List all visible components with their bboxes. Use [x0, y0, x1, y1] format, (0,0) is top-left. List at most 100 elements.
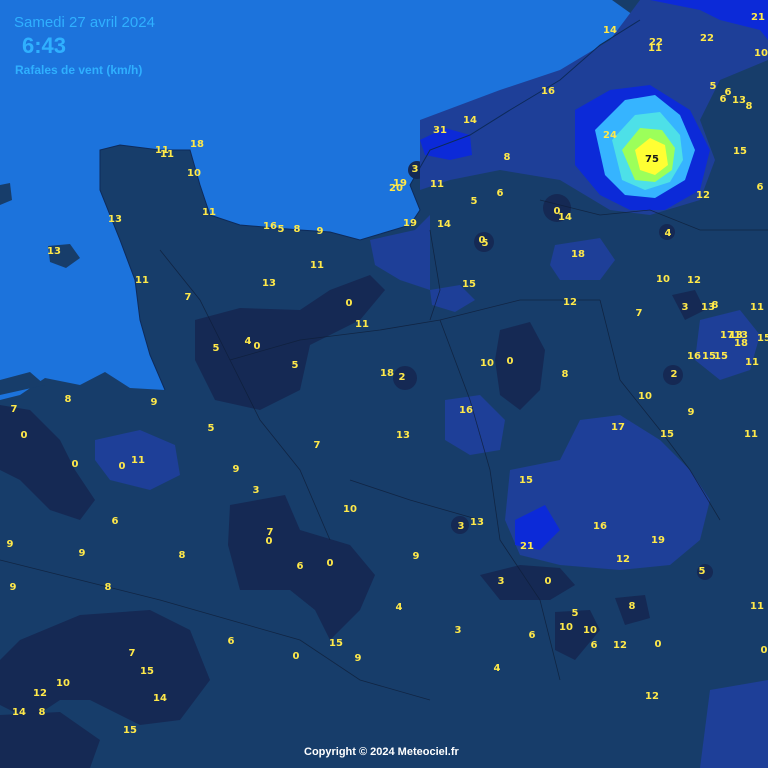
gust-value-label: 0 — [544, 576, 552, 587]
gust-value-label: 7 — [313, 440, 321, 451]
gust-value-label: 21 — [751, 12, 765, 23]
gust-value-label: 18 — [571, 249, 585, 260]
gust-value-label: 8 — [745, 101, 753, 112]
map-date: Samedi 27 avril 2024 — [14, 14, 155, 31]
gust-value-label: 0 — [654, 639, 662, 650]
copyright-notice: Copyright © 2024 Meteociel.fr — [304, 746, 459, 758]
gust-value-label: 6 — [756, 182, 764, 193]
gust-value-label: 11 — [430, 179, 444, 190]
moderate-zone — [700, 680, 768, 768]
gust-value-label: 9 — [9, 582, 17, 593]
gust-value-label: 16 — [687, 351, 701, 362]
gust-value-label: 10 — [638, 391, 652, 402]
gust-value-label: 15 — [462, 279, 476, 290]
gust-value-label: 4 — [664, 228, 672, 239]
gust-value-label: 0 — [71, 459, 79, 470]
gust-value-label: 7 — [184, 292, 192, 303]
gust-value-label: 11 — [202, 207, 216, 218]
gust-value-label: 19 — [403, 218, 417, 229]
gust-value-label: 7 — [10, 404, 18, 415]
gust-value-label: 3 — [454, 625, 462, 636]
gust-value-label: 6 — [528, 630, 536, 641]
gust-value-label: 10 — [583, 625, 597, 636]
gust-value-label: 11 — [745, 357, 759, 368]
gust-value-label: 5 — [470, 196, 478, 207]
gust-value-label: 15 — [140, 666, 154, 677]
gust-value-label: 6 — [296, 561, 304, 572]
gust-value-label: 17 — [611, 422, 625, 433]
gust-value-label: 21 — [520, 541, 534, 552]
gust-value-label: 14 — [558, 212, 572, 223]
gust-value-label: 3 — [411, 164, 419, 175]
gust-value-label: 8 — [561, 369, 569, 380]
gust-value-label: 3 — [497, 576, 505, 587]
gust-value-label: 11 — [160, 149, 174, 160]
gust-value-label: 3 — [457, 521, 465, 532]
gust-value-label: 18 — [380, 368, 394, 379]
gust-value-label: 15 — [660, 429, 674, 440]
gust-value-label: 5 — [291, 360, 299, 371]
gust-value-label: 6 — [111, 516, 119, 527]
gust-value-label: 11 — [310, 260, 324, 271]
map-background — [0, 0, 768, 768]
gust-value-label: 8 — [503, 152, 511, 163]
gust-value-label: 13 — [701, 302, 715, 313]
gust-value-label: 5 — [571, 608, 579, 619]
gust-value-label: 8 — [293, 224, 301, 235]
gust-value-label: 0 — [326, 558, 334, 569]
gust-value-label: 5 — [698, 566, 706, 577]
gust-value-label: 13 — [47, 246, 61, 257]
gust-value-label: 5 — [212, 343, 220, 354]
gust-value-label: 0 — [265, 536, 273, 547]
gust-value-label: 14 — [153, 693, 167, 704]
gust-value-label: 22 — [700, 33, 714, 44]
gust-value-label: 6 — [719, 94, 727, 105]
gust-value-label: 19 — [393, 178, 407, 189]
gust-value-label: 12 — [687, 275, 701, 286]
gust-value-label: 0 — [20, 430, 28, 441]
gust-value-label: 15 — [329, 638, 343, 649]
gust-value-label: 16 — [263, 221, 277, 232]
gust-value-label: 13 — [470, 517, 484, 528]
gust-value-label: 12 — [563, 297, 577, 308]
gust-value-label: 8 — [38, 707, 46, 718]
gust-value-label: 13 — [262, 278, 276, 289]
gust-value-label: 16 — [593, 521, 607, 532]
gust-value-label: 10 — [343, 504, 357, 515]
gust-value-label: 13 — [732, 95, 746, 106]
wind-gust-map: Samedi 27 avril 2024 6:43 Rafales de ven… — [0, 0, 768, 768]
gust-value-label: 7 — [128, 648, 136, 659]
gust-value-label: 11 — [750, 601, 764, 612]
gust-value-label: 15 — [519, 475, 533, 486]
gust-value-label: 75 — [645, 154, 659, 165]
gust-value-label: 10 — [559, 622, 573, 633]
gust-value-label: 10 — [480, 358, 494, 369]
gust-value-label: 10 — [187, 168, 201, 179]
gust-value-label: 0 — [253, 341, 261, 352]
gust-value-label: 0 — [292, 651, 300, 662]
gust-value-label: 9 — [78, 548, 86, 559]
gust-value-label: 5 — [207, 423, 215, 434]
gust-value-label: 10 — [56, 678, 70, 689]
gust-value-label: 8 — [628, 601, 636, 612]
gust-value-label: 12 — [613, 640, 627, 651]
gust-value-label: 6 — [496, 188, 504, 199]
gust-value-label: 0 — [506, 356, 514, 367]
gust-value-label: 11 — [750, 302, 764, 313]
gust-value-label: 11 — [131, 455, 145, 466]
gust-value-label: 9 — [316, 226, 324, 237]
gust-value-label: 9 — [6, 539, 14, 550]
gust-value-label: 14 — [437, 219, 451, 230]
gust-value-label: 5 — [277, 224, 285, 235]
gust-value-label: 6 — [227, 636, 235, 647]
gust-value-label: 24 — [603, 130, 617, 141]
gust-value-label: 15 — [757, 333, 768, 344]
gust-value-label: 4 — [493, 663, 501, 674]
gust-value-label: 15 — [123, 725, 137, 736]
gust-value-label: 2 — [670, 369, 678, 380]
gust-value-label: 8 — [64, 394, 72, 405]
map-time: 6:43 — [22, 33, 67, 58]
gust-value-label: 3 — [681, 302, 689, 313]
gust-value-label: 9 — [232, 464, 240, 475]
gust-value-label: 9 — [354, 653, 362, 664]
